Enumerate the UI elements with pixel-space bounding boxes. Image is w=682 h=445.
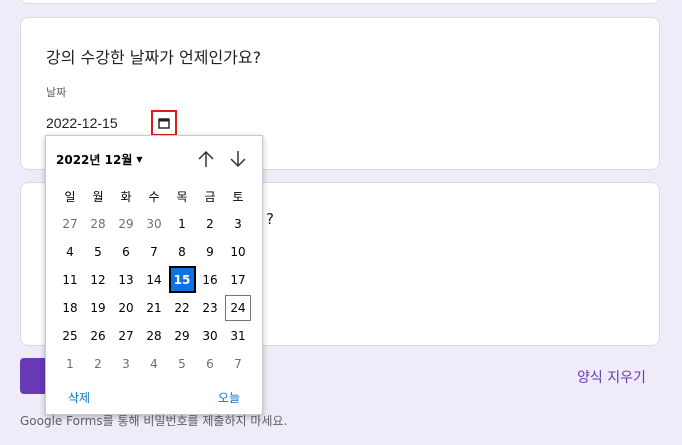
calendar-day[interactable]: 8 [168, 238, 196, 266]
calendar-day[interactable]: 28 [84, 210, 112, 238]
weekday-header: 화 [120, 189, 132, 204]
calendar-day[interactable]: 21 [140, 294, 168, 322]
date-picker-popup: 2022년 12월 ▼ 일 월 화 수 목 금 토 27 28 29 30 1 2 3 4 5 6 7 8 9 10 11… [45, 135, 263, 415]
arrow-down-icon [230, 151, 246, 168]
calendar-day[interactable]: 31 [224, 322, 252, 350]
calendar-day[interactable]: 30 [140, 210, 168, 238]
calendar-day[interactable]: 27 [56, 210, 84, 238]
calendar-day[interactable]: 11 [56, 266, 84, 294]
weekday-header: 일 [64, 189, 76, 204]
next-month-button[interactable] [228, 148, 248, 170]
calendar-day[interactable]: 3 [224, 210, 252, 238]
calendar-picker-button[interactable] [151, 110, 177, 136]
calendar-day[interactable]: 7 [224, 350, 252, 378]
calendar-grid: 일 월 화 수 목 금 토 27 28 29 30 1 2 3 4 5 6 7 8 9 10 11 12 13 14 15 16 17… [56, 182, 252, 378]
calendar-day[interactable]: 6 [196, 350, 224, 378]
calendar-day[interactable]: 10 [224, 238, 252, 266]
calendar-day[interactable]: 14 [140, 266, 168, 294]
calendar-day[interactable]: 13 [112, 266, 140, 294]
calendar-day[interactable]: 15 [168, 266, 196, 293]
calendar-day[interactable]: 18 [56, 294, 84, 322]
calendar-day[interactable]: 30 [196, 322, 224, 350]
calendar-icon [158, 118, 170, 129]
calendar-day[interactable]: 1 [56, 350, 84, 378]
weekday-header: 수 [148, 189, 160, 204]
calendar-day[interactable]: 16 [196, 266, 224, 294]
calendar-day[interactable]: 29 [112, 210, 140, 238]
weekday-header: 목 [176, 189, 188, 204]
calendar-day[interactable]: 24 [225, 295, 251, 321]
calendar-day[interactable]: 4 [140, 350, 168, 378]
picker-today-button[interactable]: 오늘 [218, 389, 240, 406]
weekday-header: 월 [92, 189, 104, 204]
calendar-day[interactable]: 19 [84, 294, 112, 322]
calendar-day[interactable]: 29 [168, 322, 196, 350]
calendar-day[interactable]: 4 [56, 238, 84, 266]
question-title: 강의 수강한 날짜가 언제인가요? [46, 48, 262, 67]
arrow-up-icon [198, 150, 214, 167]
calendar-day[interactable]: 6 [112, 238, 140, 266]
calendar-day[interactable]: 17 [224, 266, 252, 294]
weekday-header: 금 [204, 189, 216, 204]
calendar-day[interactable]: 3 [112, 350, 140, 378]
calendar-day[interactable]: 2 [196, 210, 224, 238]
calendar-day[interactable]: 22 [168, 294, 196, 322]
calendar-day[interactable]: 12 [84, 266, 112, 294]
calendar-day[interactable]: 9 [196, 238, 224, 266]
previous-question-card [20, 0, 660, 4]
month-year-dropdown[interactable]: 2022년 12월 ▼ [56, 151, 143, 168]
calendar-day[interactable]: 25 [56, 322, 84, 350]
picker-delete-button[interactable]: 삭제 [68, 389, 90, 406]
calendar-day[interactable]: 2 [84, 350, 112, 378]
date-input[interactable]: 2022-12-15 [46, 115, 118, 131]
calendar-day[interactable]: 1 [168, 210, 196, 238]
calendar-day[interactable]: 27 [112, 322, 140, 350]
calendar-day[interactable]: 5 [168, 350, 196, 378]
question-title-partial: ? [266, 210, 274, 228]
clear-form-button[interactable]: 양식 지우기 [577, 367, 646, 387]
calendar-day[interactable]: 20 [112, 294, 140, 322]
weekday-header: 토 [232, 189, 244, 204]
date-field-label: 날짜 [46, 86, 67, 99]
calendar-day[interactable]: 5 [84, 238, 112, 266]
calendar-day[interactable]: 26 [84, 322, 112, 350]
calendar-day[interactable]: 7 [140, 238, 168, 266]
month-year-label: 2022년 12월 [56, 153, 133, 167]
prev-month-button[interactable] [196, 148, 216, 170]
calendar-day[interactable]: 23 [196, 294, 224, 322]
calendar-day[interactable]: 28 [140, 322, 168, 350]
caret-down-icon: ▼ [136, 155, 143, 164]
